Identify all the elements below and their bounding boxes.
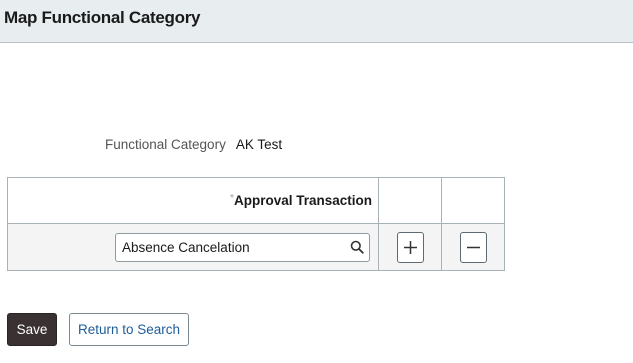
plus-icon <box>403 240 417 254</box>
add-column-header <box>378 177 442 224</box>
add-row-button[interactable] <box>396 231 424 263</box>
magnifier-icon[interactable] <box>350 240 364 254</box>
add-row-cell <box>378 223 442 271</box>
delete-row-cell <box>441 223 505 271</box>
delete-row-button[interactable] <box>459 231 487 263</box>
approval-transaction-input[interactable] <box>116 233 342 261</box>
approval-transaction-column-header: *Approval Transaction <box>7 177 379 224</box>
minus-icon <box>466 246 480 248</box>
approval-transaction-header-label: Approval Transaction <box>233 193 372 208</box>
delete-column-header <box>441 177 505 224</box>
approval-transaction-lookup-field <box>115 232 370 262</box>
functional-category-field: Functional Category AK Test <box>105 137 282 152</box>
return-to-search-button[interactable]: Return to Search <box>69 313 189 346</box>
page: Map Functional Category Functional Categ… <box>0 0 633 363</box>
functional-category-value: AK Test <box>235 137 283 152</box>
grid-header-row: *Approval Transaction <box>7 177 505 224</box>
functional-category-label: Functional Category <box>105 137 226 152</box>
approval-transaction-cell <box>7 223 379 271</box>
approval-transaction-grid: *Approval Transaction <box>7 177 505 271</box>
save-button[interactable]: Save <box>7 313 57 346</box>
table-row <box>7 223 505 271</box>
page-header: Map Functional Category <box>0 0 633 43</box>
page-title: Map Functional Category <box>4 8 201 27</box>
